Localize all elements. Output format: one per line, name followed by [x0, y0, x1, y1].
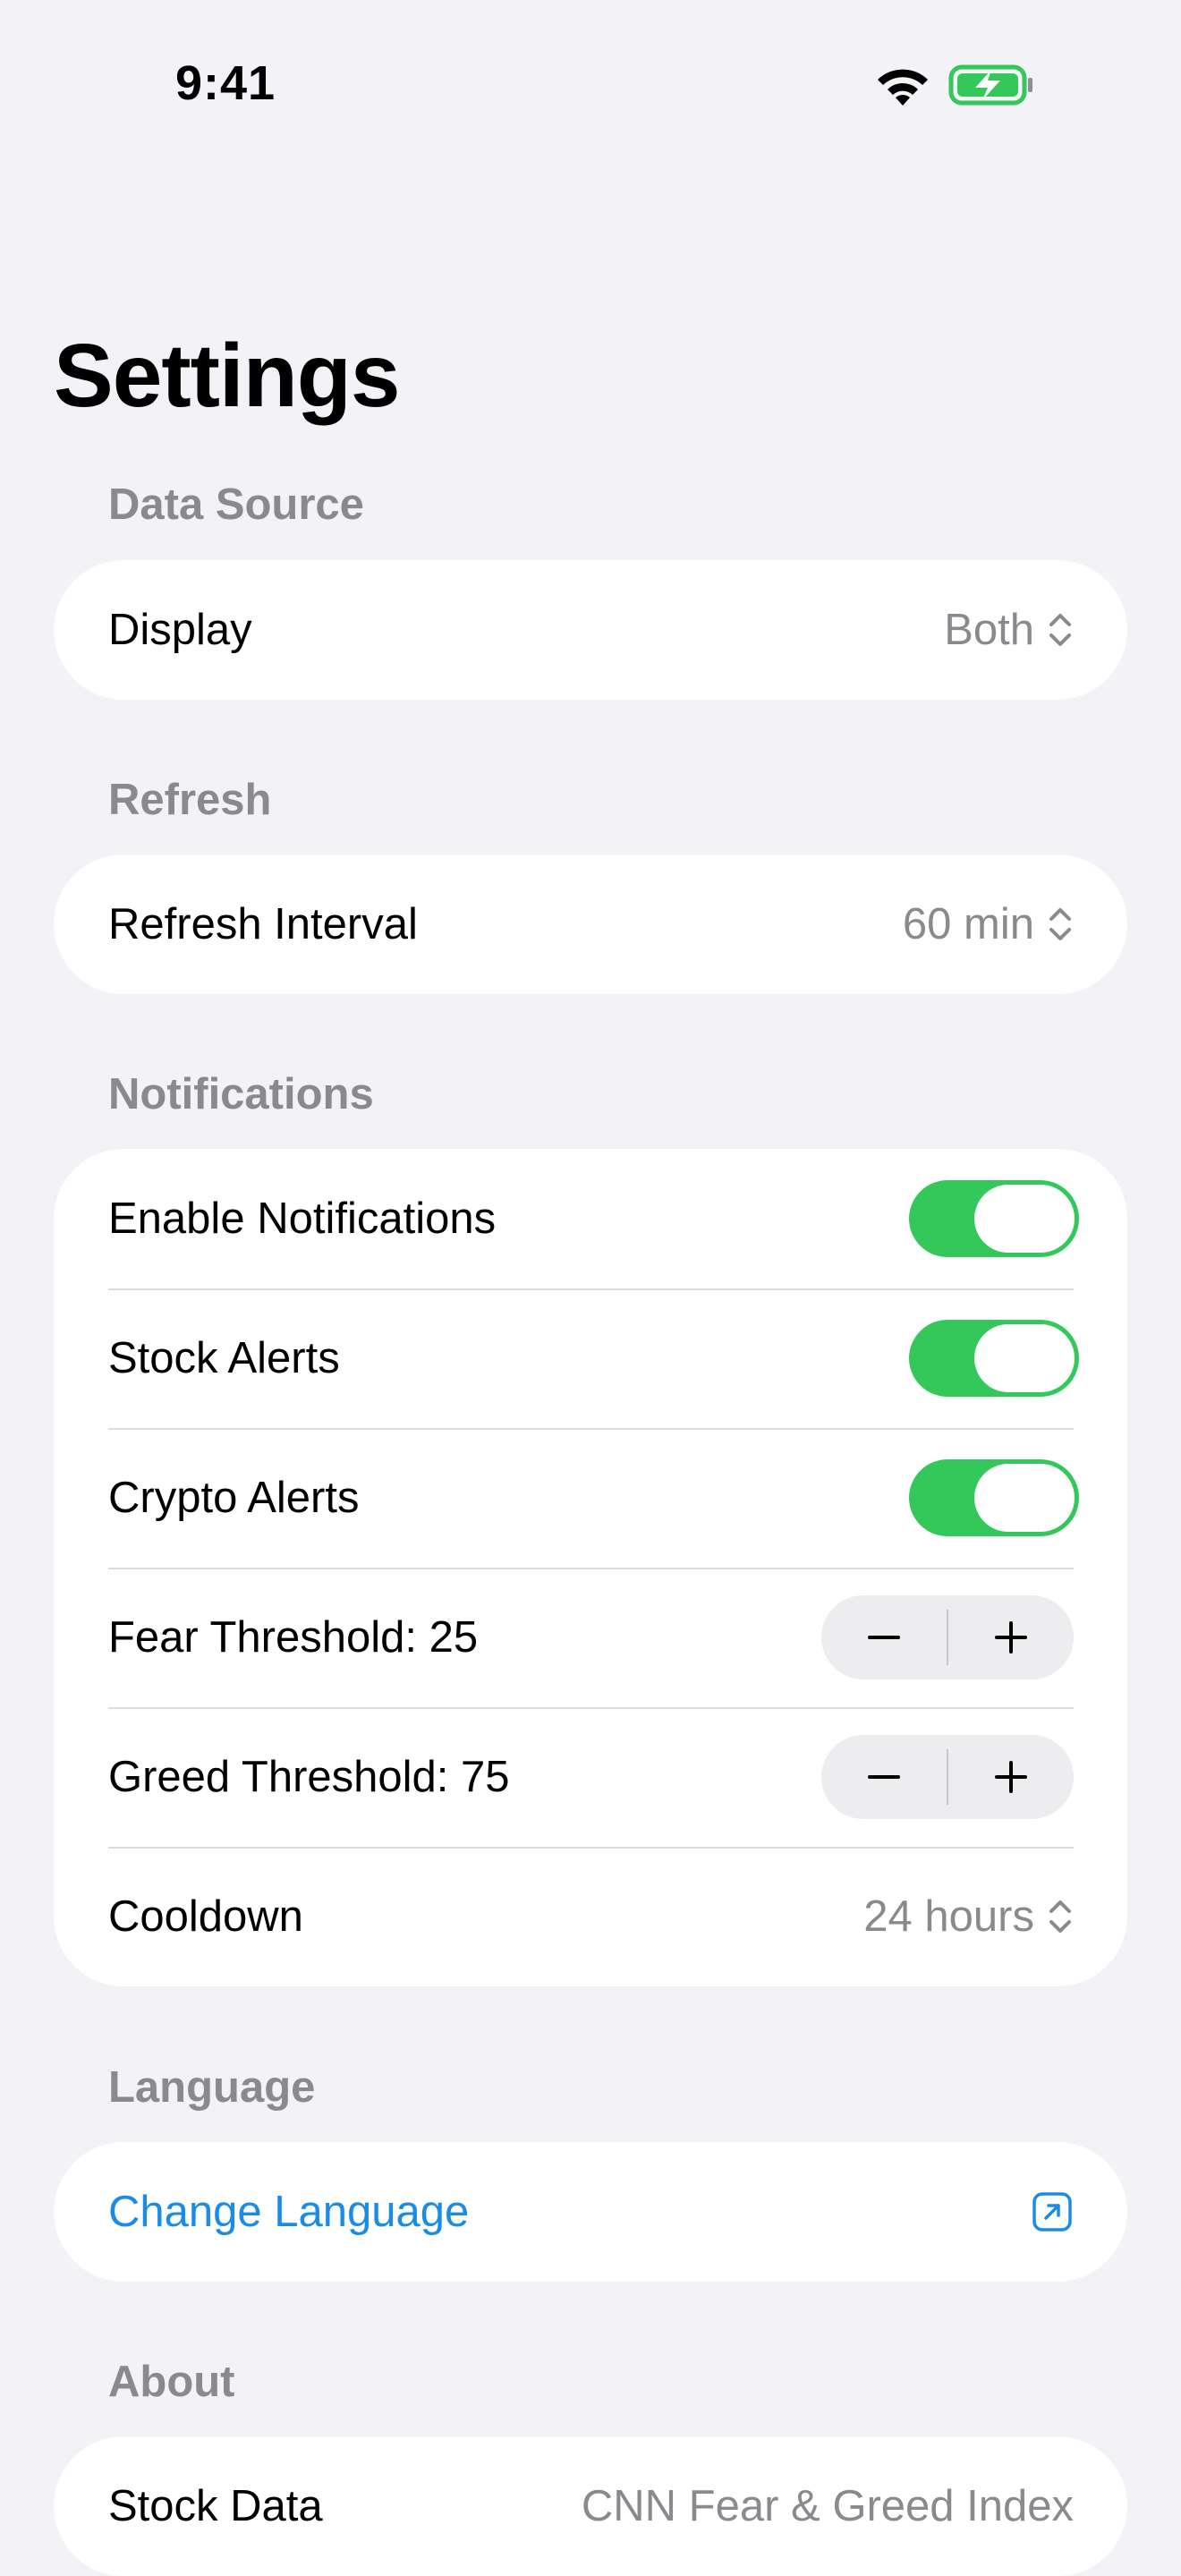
chevron-up-down-icon — [1049, 614, 1071, 646]
stock-alerts-label: Stock Alerts — [108, 1334, 340, 1382]
toggle-knob — [974, 1324, 1075, 1392]
chevron-up-down-icon — [1049, 908, 1071, 940]
card-notifications: Enable Notifications Stock Alerts Crypto… — [54, 1149, 1127, 1986]
chevron-up-down-icon — [1049, 1900, 1071, 1933]
card-data-source: Display Both — [54, 560, 1127, 700]
fear-increment-button[interactable] — [948, 1595, 1074, 1679]
wifi-icon — [878, 69, 928, 106]
change-language-row[interactable]: Change Language — [54, 2142, 1127, 2282]
minus-icon — [868, 1775, 900, 1779]
cooldown-value[interactable]: 24 hours — [863, 1892, 1074, 1942]
enable-notifications-row: Enable Notifications — [54, 1149, 1127, 1288]
toggle-knob — [974, 1185, 1075, 1253]
stock-alerts-row: Stock Alerts — [54, 1288, 1127, 1428]
section-header-language: Language — [108, 2063, 316, 2112]
refresh-interval-value-text: 60 min — [902, 900, 1034, 948]
cooldown-label: Cooldown — [108, 1892, 303, 1941]
greed-threshold-row: Greed Threshold: 75 — [54, 1707, 1127, 1847]
section-header-refresh: Refresh — [108, 776, 272, 824]
refresh-interval-value[interactable]: 60 min — [903, 899, 1074, 949]
stock-data-label: Stock Data — [108, 2482, 323, 2530]
card-language: Change Language — [54, 2142, 1127, 2282]
section-header-data-source: Data Source — [108, 480, 364, 529]
display-label: Display — [108, 606, 252, 654]
toggle-knob — [974, 1464, 1075, 1532]
fear-threshold-row: Fear Threshold: 25 — [54, 1568, 1127, 1707]
crypto-alerts-toggle[interactable] — [909, 1459, 1079, 1536]
battery-charging-icon — [948, 64, 1032, 106]
card-refresh: Refresh Interval 60 min — [54, 854, 1127, 994]
card-about: Stock Data CNN Fear & Greed Index — [54, 2436, 1127, 2576]
enable-notifications-label: Enable Notifications — [108, 1194, 497, 1243]
display-value[interactable]: Both — [944, 605, 1074, 655]
greed-decrement-button[interactable] — [821, 1735, 947, 1819]
cooldown-value-text: 24 hours — [863, 1892, 1034, 1941]
stock-alerts-toggle[interactable] — [909, 1320, 1079, 1397]
status-time: 9:41 — [175, 56, 276, 110]
page-title: Settings — [54, 326, 400, 426]
plus-icon — [995, 1621, 1027, 1654]
external-link-icon — [1032, 2192, 1072, 2232]
plus-icon — [995, 1761, 1027, 1793]
refresh-interval-row[interactable]: Refresh Interval 60 min — [54, 854, 1127, 994]
section-header-notifications: Notifications — [108, 1070, 374, 1118]
refresh-interval-label: Refresh Interval — [108, 900, 418, 948]
display-picker-row[interactable]: Display Both — [54, 560, 1127, 700]
cooldown-row[interactable]: Cooldown 24 hours — [54, 1847, 1127, 1986]
fear-decrement-button[interactable] — [821, 1595, 947, 1679]
minus-icon — [868, 1636, 900, 1639]
change-language-link[interactable]: Change Language — [108, 2187, 1031, 2237]
crypto-alerts-label: Crypto Alerts — [108, 1474, 360, 1522]
enable-notifications-toggle[interactable] — [909, 1180, 1079, 1257]
stock-data-value: CNN Fear & Greed Index — [581, 2482, 1074, 2530]
stock-data-row: Stock Data CNN Fear & Greed Index — [54, 2436, 1127, 2576]
fear-threshold-stepper — [821, 1595, 1074, 1679]
section-header-about: About — [108, 2358, 235, 2406]
greed-threshold-label: Greed Threshold: 75 — [108, 1753, 510, 1801]
greed-threshold-stepper — [821, 1735, 1074, 1819]
display-value-text: Both — [944, 606, 1034, 654]
status-bar: 9:41 — [0, 0, 1181, 170]
crypto-alerts-row: Crypto Alerts — [54, 1428, 1127, 1568]
fear-threshold-label: Fear Threshold: 25 — [108, 1613, 479, 1662]
greed-increment-button[interactable] — [948, 1735, 1074, 1819]
